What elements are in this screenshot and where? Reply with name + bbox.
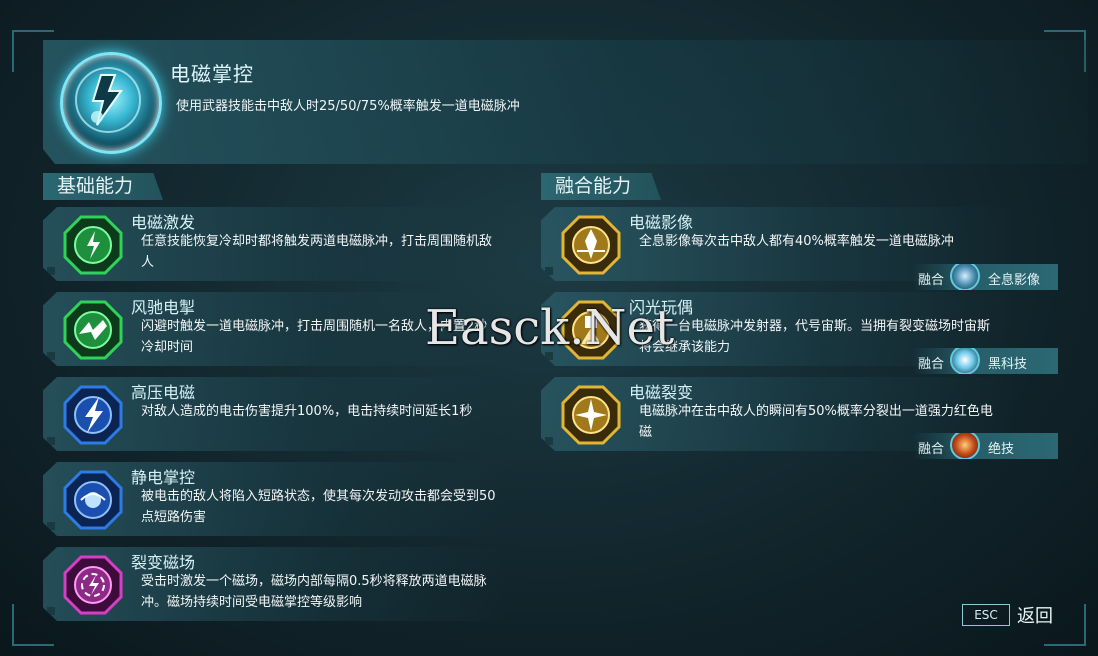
ability-title: 裂变磁场: [131, 553, 196, 572]
row-marker: [545, 267, 553, 275]
fusion-label: 融合: [918, 273, 945, 288]
row-marker: [47, 352, 55, 360]
basic-ability-row[interactable]: 静电掌控 被电击的敌人将陷入短路状态，使其每次发动攻击都会受到50点短路伤害: [43, 462, 503, 536]
hologram-badge-icon: [950, 264, 980, 290]
basic-abilities-heading: 基础能力: [43, 173, 163, 200]
ability-description: 对敌人造成的电击伤害提升100%，电击持续时间延长1秒: [141, 404, 473, 419]
ability-title: 风驰电掣: [131, 298, 196, 317]
ability-title: 电磁裂变: [629, 383, 694, 402]
hologram-icon: [561, 215, 621, 275]
fusion-abilities-heading: 融合能力: [541, 173, 661, 200]
dash-lightning-icon: [63, 300, 123, 360]
magnetic-field-icon: [63, 555, 123, 615]
ability-title: 电磁影像: [629, 213, 694, 232]
ability-title: 静电掌控: [131, 468, 196, 487]
fusion-skill-name: 绝技: [988, 442, 1015, 457]
fusion-label: 融合: [918, 357, 945, 372]
fusion-label: 融合: [918, 442, 945, 457]
basic-ability-row[interactable]: 高压电磁 对敌人造成的电击伤害提升100%，电击持续时间延长1秒: [43, 377, 503, 451]
row-marker: [545, 437, 553, 445]
ability-title: 高压电磁: [131, 383, 196, 402]
skill-description: 使用武器技能击中敌人时25/50/75%概率触发一道电磁脉冲: [176, 99, 520, 114]
ability-description: 任意技能恢复冷却时都将触发两道电磁脉冲，打击周围随机敌人: [141, 234, 493, 270]
skill-title: 电磁掌控: [170, 62, 254, 86]
tech-badge-icon: [950, 348, 980, 374]
back-button[interactable]: 返回: [1017, 602, 1053, 628]
fusion-skill-name: 黑科技: [988, 357, 1028, 372]
static-orb-icon: [63, 470, 123, 530]
electro-mastery-emblem-icon: [60, 52, 162, 154]
ability-description: 受击时激发一个磁场，磁场内部每隔0.5秒将释放两道电磁脉冲。磁场持续时间受电磁掌…: [141, 574, 487, 610]
basic-ability-row[interactable]: 裂变磁场 受击时激发一个磁场，磁场内部每隔0.5秒将释放两道电磁脉冲。磁场持续时…: [43, 547, 503, 621]
basic-ability-row[interactable]: 电磁激发 任意技能恢复冷却时都将触发两道电磁脉冲，打击周围随机敌人: [43, 207, 503, 281]
fusion-skill-name: 全息影像: [988, 273, 1041, 288]
row-marker: [47, 267, 55, 275]
row-marker: [47, 437, 55, 445]
high-voltage-icon: [63, 385, 123, 445]
fusion-tag-hologram[interactable]: 融合 全息影像: [912, 264, 1058, 290]
fission-icon: [561, 385, 621, 445]
esc-key-hint[interactable]: ESC: [962, 604, 1010, 626]
lightning-burst-icon: [63, 215, 123, 275]
ability-title: 电磁激发: [131, 213, 196, 232]
ultimate-badge-icon: [950, 433, 980, 459]
watermark: Easck.Net: [425, 300, 675, 356]
fusion-tag-ultimate[interactable]: 融合 绝技: [912, 433, 1058, 459]
fusion-tag-tech[interactable]: 融合 黑科技: [912, 348, 1058, 374]
ability-description: 全息影像每次击中敌人都有40%概率触发一道电磁脉冲: [639, 234, 954, 249]
row-marker: [47, 522, 55, 530]
ability-description: 被电击的敌人将陷入短路状态，使其每次发动攻击都会受到50点短路伤害: [141, 489, 496, 525]
